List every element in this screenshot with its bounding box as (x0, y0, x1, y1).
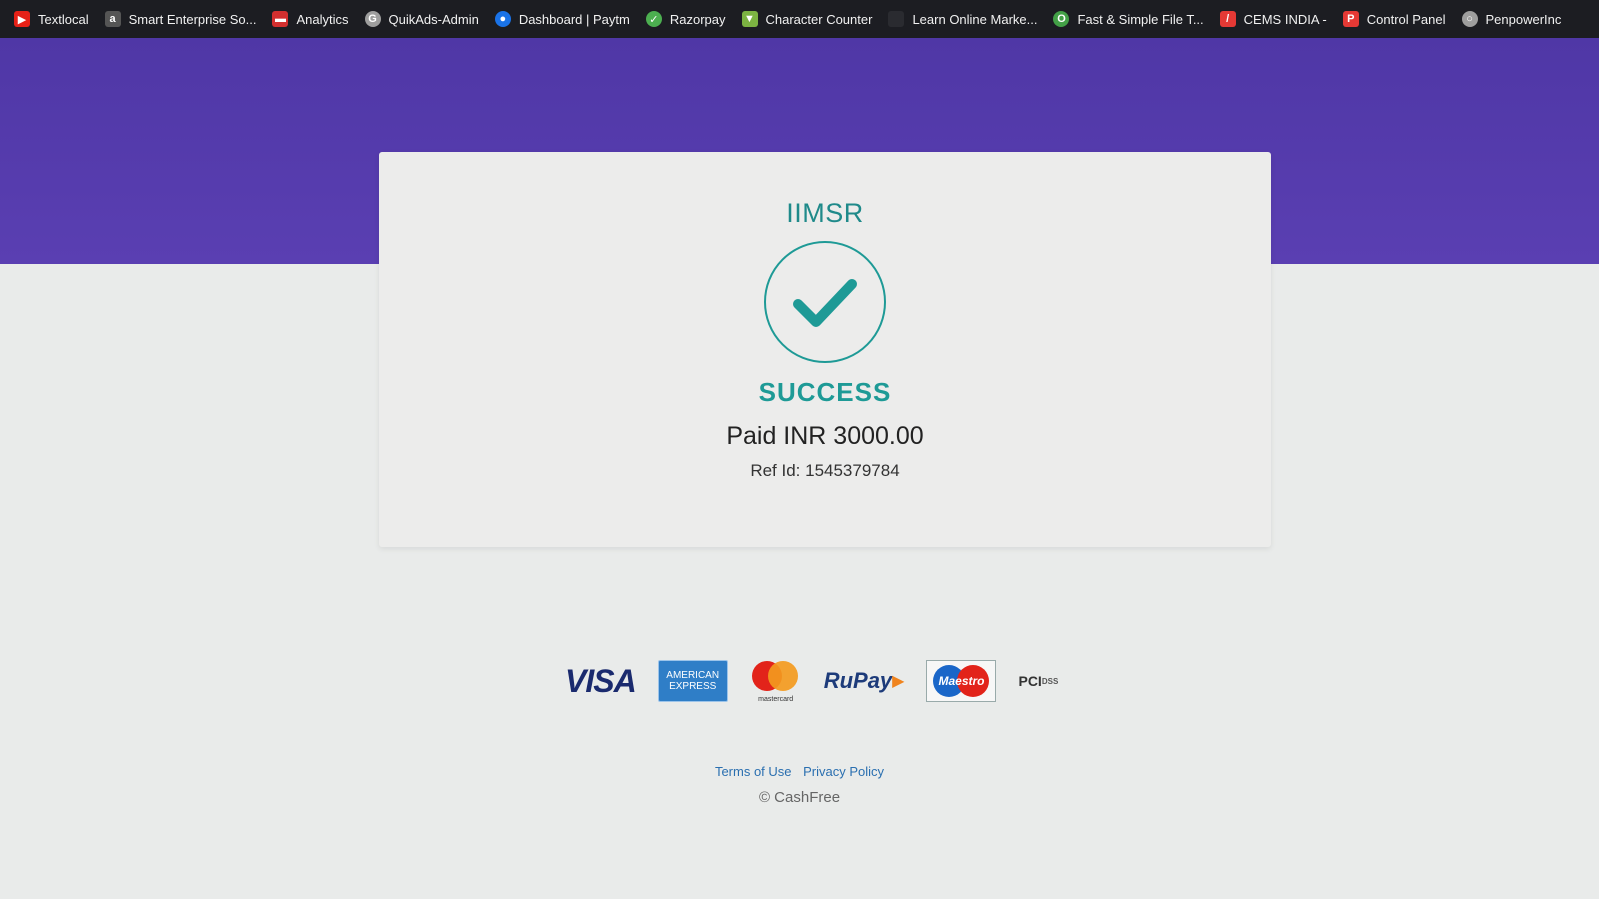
bookmark-penpowerinc[interactable]: ○ PenpowerInc (1461, 11, 1562, 27)
paid-amount: Paid INR 3000.00 (726, 422, 924, 450)
pci-dss-logo: PCI DSS (1018, 673, 1058, 689)
bookmark-label: Dashboard | Paytm (518, 11, 630, 27)
reference-id: Ref Id: 1545379784 (750, 461, 900, 480)
bookmark-control-panel[interactable]: P Control Panel (1342, 11, 1446, 27)
globe-icon: ○ (1461, 11, 1478, 27)
bookmark-quikads-admin[interactable]: G QuikAds-Admin (364, 11, 479, 27)
amex-line2: EXPRESS (669, 681, 717, 692)
bookmark-label: Textlocal (38, 11, 89, 27)
bookmark-label: Control Panel (1366, 11, 1446, 27)
bookmark-label: Learn Online Marke... (912, 11, 1038, 27)
maestro-text: Maestro (938, 674, 985, 688)
bookmark-paytm-dashboard[interactable]: ● Dashboard | Paytm (494, 11, 630, 27)
payment-logos: VISA AMERICAN EXPRESS mastercard RuPay ▶ … (565, 658, 1085, 704)
p-icon: P (1342, 11, 1359, 27)
merchant-name: IIMSR (786, 198, 864, 228)
google-icon: G (364, 11, 381, 27)
bookmark-label: Fast & Simple File T... (1077, 11, 1204, 27)
copyright-text: © CashFree (758, 789, 841, 806)
youtube-icon: ▶ (14, 11, 30, 27)
maestro-logo: Maestro (926, 660, 997, 702)
bookmark-learn-online[interactable]: Learn Online Marke... (888, 11, 1037, 27)
mastercard-text: mastercard (758, 696, 794, 703)
a-icon: a (104, 11, 121, 27)
bookmark-label: Razorpay (669, 11, 726, 27)
visa-logo: VISA (565, 662, 637, 699)
paytm-icon: ● (494, 11, 511, 27)
bookmark-label: Analytics (296, 11, 349, 27)
amex-line1: AMERICAN (666, 670, 720, 681)
counter-icon: ▼ (741, 11, 758, 27)
pci-dss-text: DSS (1041, 676, 1059, 686)
mastercard-logo: mastercard (750, 659, 802, 703)
rupay-logo: RuPay ▶ (823, 668, 905, 693)
page-icon (888, 11, 905, 27)
bookmark-label: Smart Enterprise So... (128, 11, 257, 27)
amex-logo: AMERICAN EXPRESS (657, 660, 728, 702)
success-check-icon (764, 241, 886, 363)
privacy-policy-link[interactable]: Privacy Policy (803, 764, 884, 779)
bookmark-label: QuikAds-Admin (388, 11, 479, 27)
bookmark-file-transfer[interactable]: O Fast & Simple File T... (1053, 11, 1204, 27)
footer-links: Terms of Use Privacy Policy (0, 764, 1599, 779)
check-circle-icon: ✓ (645, 11, 662, 27)
payment-status-card: IIMSR SUCCESS Paid INR 3000.00 Ref Id: 1… (379, 152, 1271, 547)
bookmark-cems-india[interactable]: / CEMS INDIA - (1219, 11, 1327, 27)
terms-of-use-link[interactable]: Terms of Use (715, 764, 792, 779)
bookmark-smart-enterprise[interactable]: a Smart Enterprise So... (104, 11, 257, 27)
bookmark-label: CEMS INDIA - (1243, 11, 1327, 27)
pci-text: PCI (1018, 673, 1042, 689)
rupay-text: RuPay (823, 668, 893, 693)
cems-icon: / (1219, 11, 1236, 27)
bookmark-character-counter[interactable]: ▼ Character Counter (741, 11, 873, 27)
bookmark-label: PenpowerInc (1485, 11, 1562, 27)
bookmarks-bar: ▶ Textlocal a Smart Enterprise So... ▬ A… (0, 0, 1599, 38)
payment-status: SUCCESS (758, 377, 892, 407)
bookmark-label: Character Counter (765, 11, 873, 27)
analytics-icon: ▬ (272, 11, 289, 27)
bookmark-textlocal[interactable]: ▶ Textlocal (14, 11, 89, 27)
bookmark-analytics[interactable]: ▬ Analytics (272, 11, 349, 27)
ring-icon: O (1053, 11, 1070, 27)
bookmark-razorpay[interactable]: ✓ Razorpay (645, 11, 726, 27)
